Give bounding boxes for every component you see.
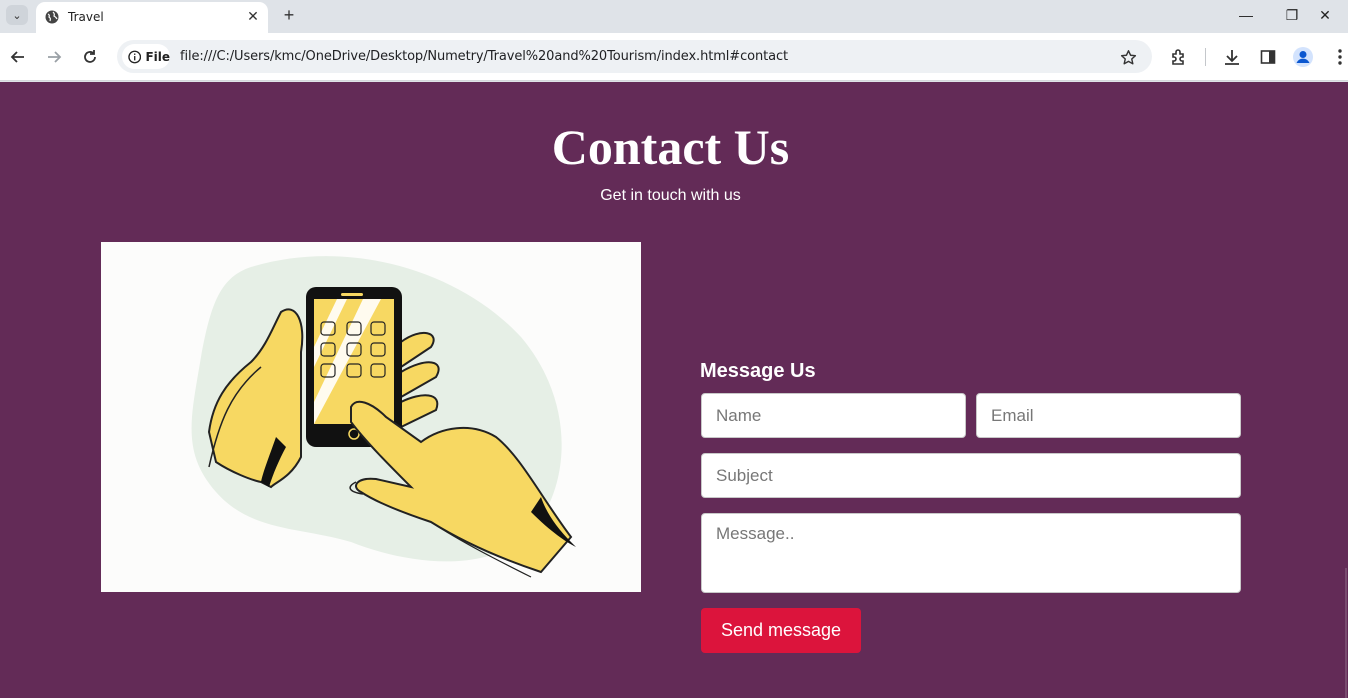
side-panel-icon [1260, 50, 1276, 64]
kebab-menu-icon [1338, 49, 1342, 65]
contact-illustration [101, 242, 641, 592]
send-message-button[interactable]: Send message [701, 608, 861, 653]
close-window-icon: ✕ [1319, 7, 1331, 23]
browser-toolbar: File file:///C:/Users/kmc/OneDrive/Deskt… [0, 33, 1348, 81]
minimize-button[interactable]: — [1223, 0, 1269, 30]
forward-arrow-icon [48, 51, 62, 63]
globe-icon [45, 10, 59, 24]
site-info-label: File [145, 49, 170, 64]
tab-strip: ⌄ Travel ✕ + — ❐ ✕ [0, 0, 1348, 33]
reload-button[interactable] [78, 45, 102, 69]
tab-search-button[interactable]: ⌄ [6, 5, 28, 25]
close-icon[interactable]: ✕ [244, 7, 262, 25]
reload-icon [84, 50, 96, 63]
restore-icon: ❐ [1285, 7, 1299, 23]
message-textarea[interactable] [701, 513, 1241, 593]
form-title: Message Us [700, 360, 816, 382]
toolbar-separator [1205, 48, 1206, 66]
new-tab-button[interactable]: + [278, 4, 300, 26]
browser-menu-button[interactable] [1328, 45, 1348, 69]
back-button[interactable] [6, 45, 30, 69]
url-text[interactable]: file:///C:/Users/kmc/OneDrive/Desktop/Nu… [180, 49, 788, 64]
address-bar[interactable]: File file:///C:/Users/kmc/OneDrive/Deskt… [117, 40, 1152, 73]
scrollbar-thumb[interactable] [1345, 568, 1347, 698]
side-panel-button[interactable] [1256, 45, 1280, 69]
downloads-button[interactable] [1220, 45, 1244, 69]
download-icon [1225, 50, 1239, 65]
back-arrow-icon [10, 51, 24, 63]
extensions-icon [1172, 49, 1184, 65]
close-window-button[interactable]: ✕ [1302, 0, 1348, 30]
page-subtitle: Get in touch with us [600, 187, 741, 204]
chevron-down-icon: ⌄ [12, 9, 22, 22]
tab-travel[interactable]: Travel ✕ [36, 2, 268, 33]
site-info-chip[interactable]: File [122, 44, 170, 69]
profile-icon [1293, 47, 1313, 67]
page-title: Contact Us [551, 119, 790, 175]
profile-button[interactable] [1291, 45, 1315, 69]
tab-title: Travel [68, 10, 104, 24]
plus-icon: + [283, 5, 295, 25]
email-input[interactable] [976, 393, 1241, 438]
subject-input[interactable] [701, 453, 1241, 498]
contact-section: Contact Us Get in touch with us Message … [0, 82, 1348, 698]
forward-button[interactable] [42, 45, 66, 69]
minimize-icon: — [1239, 7, 1253, 23]
bookmark-button[interactable] [1117, 46, 1139, 68]
info-icon [128, 50, 142, 63]
page-scrollbar[interactable] [1344, 82, 1348, 698]
star-icon [1120, 49, 1136, 65]
hand-holding-phone-illustration [191, 256, 576, 578]
extensions-button[interactable] [1167, 45, 1191, 69]
name-input[interactable] [701, 393, 966, 438]
